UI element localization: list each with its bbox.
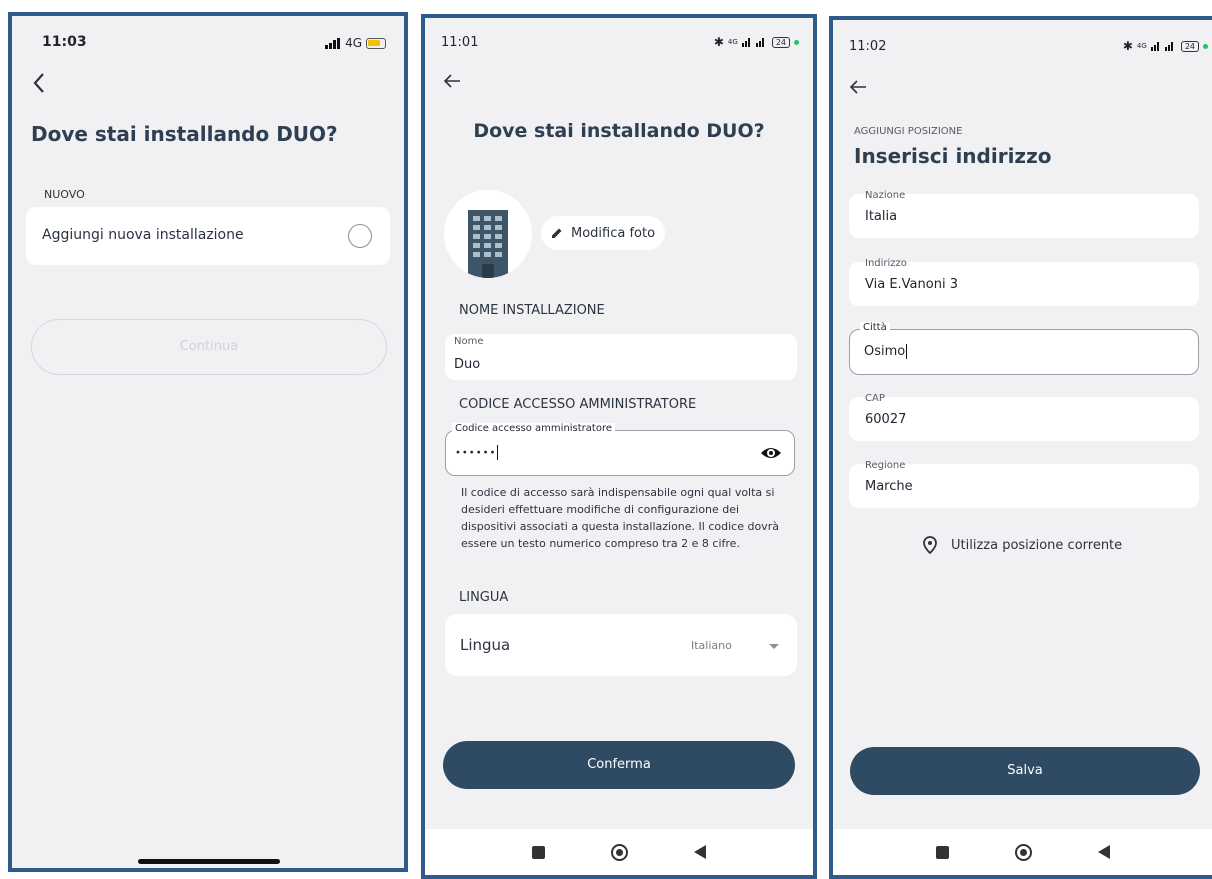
field-value: Italia bbox=[865, 209, 898, 224]
bluetooth-icon: ✱ bbox=[1122, 39, 1133, 53]
page-title: Dove stai installando DUO? bbox=[31, 122, 338, 146]
home-circle-icon[interactable] bbox=[611, 843, 628, 861]
use-location-label: Utilizza posizione corrente bbox=[951, 537, 1123, 553]
edit-photo-label: Modifica foto bbox=[571, 225, 656, 241]
recents-square-icon[interactable] bbox=[935, 845, 949, 859]
home-indicator[interactable] bbox=[138, 859, 280, 864]
admin-code-help-text: Il codice di accesso sarà indispensabile… bbox=[461, 486, 779, 550]
android-nav-bar bbox=[833, 829, 1212, 875]
status-time: 11:02 bbox=[849, 39, 887, 54]
address-field[interactable]: Indirizzo Via E.Vanoni 3 bbox=[849, 258, 1199, 306]
region-field[interactable]: Regione Marche bbox=[849, 460, 1199, 508]
new-installation-option[interactable]: Aggiungi nuova installazione bbox=[26, 207, 390, 265]
building-icon bbox=[468, 210, 508, 278]
status-time: 11:01 bbox=[441, 35, 479, 50]
screen-address: 11:02 ✱ 4G 24 AGGIUNGI POSIZIONE Inseris… bbox=[829, 16, 1212, 879]
back-arrow-icon[interactable] bbox=[443, 70, 461, 95]
admin-code-field[interactable]: Codice accesso amministratore •••••• bbox=[445, 423, 795, 476]
indicator-dot bbox=[1203, 43, 1208, 49]
section-label-admin-code: CODICE ACCESSO AMMINISTRATORE bbox=[459, 397, 697, 412]
section-label-name: NOME INSTALLAZIONE bbox=[459, 303, 605, 318]
pencil-icon bbox=[552, 228, 562, 238]
screen-installation-details: 11:01 ✱ 4G 24 Dove stai installando DUO?… bbox=[421, 14, 817, 879]
language-select[interactable]: Lingua Italiano bbox=[445, 614, 797, 676]
field-label: Città bbox=[860, 322, 890, 333]
battery-icon: 24 bbox=[1180, 40, 1199, 52]
recents-square-icon[interactable] bbox=[532, 845, 545, 859]
network-badge: 4G bbox=[1136, 42, 1147, 50]
field-value: Osimo bbox=[864, 344, 908, 359]
language-label: Lingua bbox=[460, 636, 511, 654]
status-icons: ✱ 4G 24 bbox=[1123, 39, 1208, 53]
network-badge: 4G bbox=[727, 38, 738, 46]
section-label-language: LINGUA bbox=[459, 590, 509, 605]
continue-button[interactable]: Continua bbox=[31, 319, 387, 375]
city-field[interactable]: Città Osimo bbox=[849, 322, 1199, 375]
country-field[interactable]: Nazione Italia bbox=[849, 190, 1199, 238]
status-icons: ✱ 4G 24 bbox=[714, 35, 799, 49]
page-title: Dove stai installando DUO? bbox=[473, 120, 765, 142]
language-value: Italiano bbox=[691, 639, 732, 652]
field-label: CAP bbox=[865, 393, 885, 404]
status-time: 11:03 bbox=[42, 34, 87, 50]
page-title: Inserisci indirizzo bbox=[854, 144, 1052, 168]
back-arrow-icon[interactable] bbox=[849, 76, 867, 101]
field-value: 60027 bbox=[865, 412, 907, 427]
name-field-value: Duo bbox=[454, 357, 481, 372]
network-label: 4G bbox=[345, 36, 362, 50]
name-field-label: Nome bbox=[454, 336, 484, 347]
eye-icon[interactable] bbox=[760, 445, 782, 461]
use-current-location-button[interactable]: Utilizza posizione corrente bbox=[923, 536, 1122, 554]
radio-button[interactable] bbox=[348, 224, 372, 248]
edit-photo-button[interactable]: Modifica foto bbox=[541, 216, 666, 250]
page-subtitle: AGGIUNGI POSIZIONE bbox=[854, 126, 963, 137]
back-chevron-icon[interactable] bbox=[32, 72, 46, 100]
field-label: Nazione bbox=[865, 190, 906, 201]
back-triangle-icon[interactable] bbox=[1097, 845, 1110, 859]
back-triangle-icon[interactable] bbox=[694, 845, 706, 859]
option-label: Aggiungi nuova installazione bbox=[42, 227, 244, 243]
name-field[interactable]: Nome Duo bbox=[445, 334, 797, 380]
field-label: Regione bbox=[865, 460, 906, 471]
indicator-dot bbox=[794, 39, 799, 45]
battery-icon bbox=[366, 37, 386, 49]
signal-icon bbox=[325, 37, 341, 49]
status-icons: 4G bbox=[325, 36, 386, 50]
installation-photo[interactable] bbox=[444, 190, 532, 278]
home-circle-icon[interactable] bbox=[1014, 843, 1032, 861]
admin-code-field-label: Codice accesso amministratore bbox=[452, 423, 616, 434]
field-label: Indirizzo bbox=[865, 258, 907, 269]
save-button[interactable]: Salva bbox=[850, 747, 1200, 795]
postal-code-field[interactable]: CAP 60027 bbox=[849, 393, 1199, 441]
signal-icon bbox=[1150, 42, 1173, 51]
bluetooth-icon: ✱ bbox=[713, 35, 724, 49]
location-pin-icon bbox=[923, 536, 937, 554]
signal-icon bbox=[741, 38, 764, 47]
admin-code-value: •••••• bbox=[455, 445, 499, 460]
screen-new-installation: 11:03 4G Dove stai installando DUO? NUOV… bbox=[8, 12, 408, 872]
confirm-button[interactable]: Conferma bbox=[443, 741, 795, 789]
section-label-new: NUOVO bbox=[44, 188, 85, 201]
android-nav-bar bbox=[425, 829, 813, 875]
dropdown-caret-icon bbox=[769, 644, 779, 649]
field-value: Marche bbox=[865, 479, 913, 494]
battery-icon: 24 bbox=[771, 36, 790, 48]
field-value: Via E.Vanoni 3 bbox=[865, 277, 958, 292]
